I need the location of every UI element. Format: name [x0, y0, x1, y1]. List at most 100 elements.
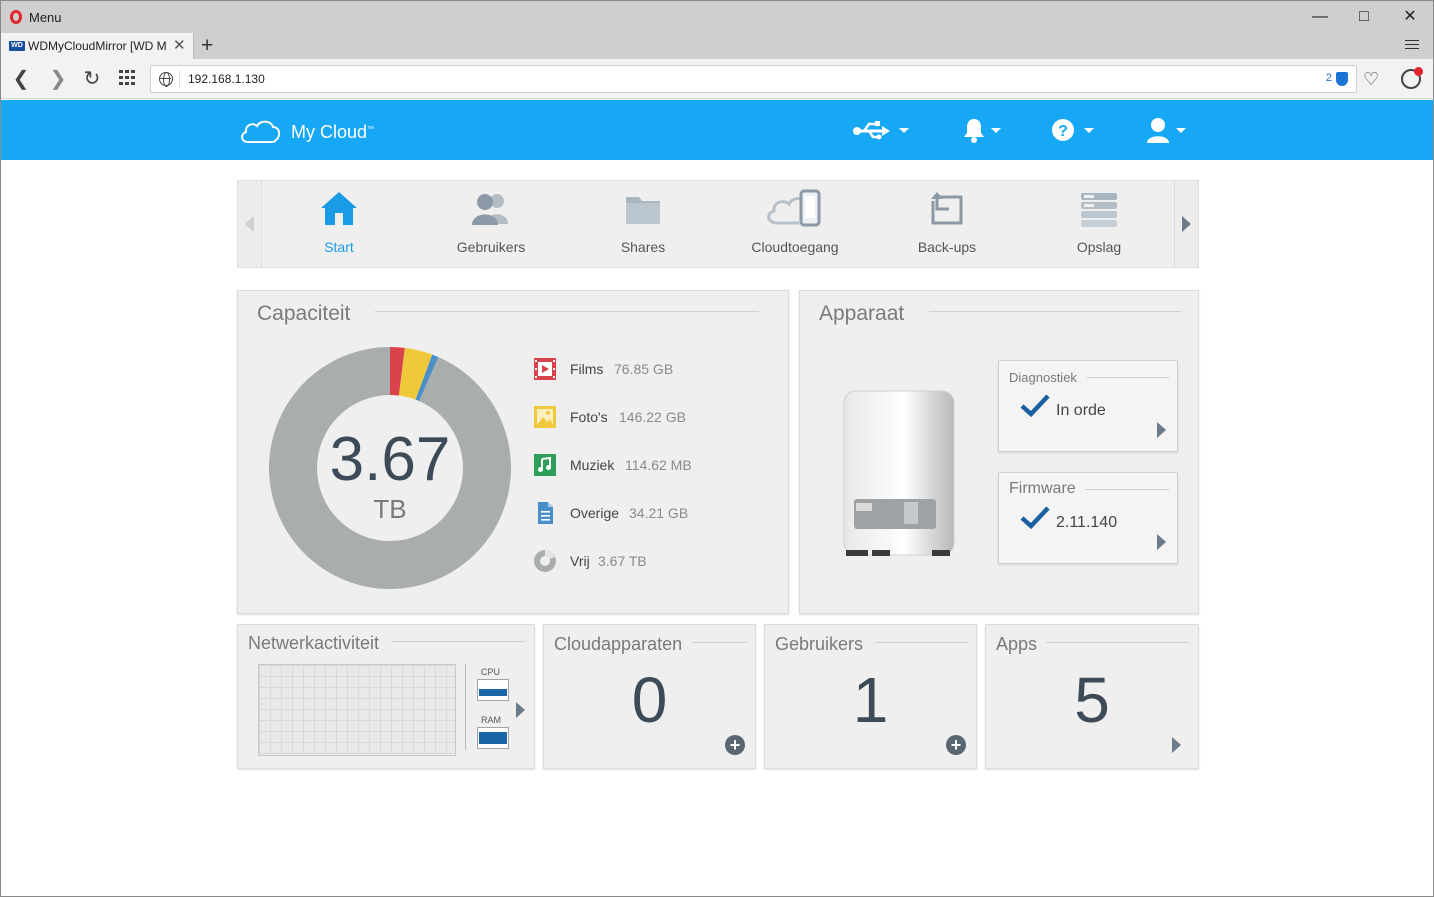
legend-value: 146.22 GB	[619, 409, 686, 425]
apps-title: Apps	[996, 634, 1038, 654]
film-icon	[534, 358, 556, 380]
cpu-meter	[477, 679, 509, 701]
capacity-title: Capaciteit	[257, 302, 351, 325]
firmware-title: Firmware	[1009, 480, 1076, 497]
forward-icon[interactable]: ❯	[46, 67, 70, 91]
nav-scroll-right[interactable]	[1174, 181, 1198, 267]
heart-icon[interactable]: ♡	[1363, 69, 1379, 90]
device-panel: Apparaat Diagnostiek In orde Firmware 2.…	[799, 290, 1199, 614]
legend-name: Vrij	[570, 553, 590, 569]
tab-menu-icon[interactable]	[1405, 37, 1419, 52]
users-title: Gebruikers	[775, 634, 864, 654]
user-icon	[1147, 118, 1169, 143]
browser-tab[interactable]: WD WDMyCloudMirror [WD M ✕	[1, 33, 194, 59]
folder-icon	[626, 197, 660, 224]
usb-menu[interactable]	[852, 116, 912, 144]
svg-text:?: ?	[1058, 123, 1068, 140]
bell-icon	[964, 119, 984, 143]
back-icon[interactable]: ❮	[9, 67, 33, 91]
main-nav: Start Gebruikers Shares Cloudtoegang Bac…	[237, 180, 1199, 268]
add-user-button[interactable]: +	[946, 735, 966, 755]
diagnostics-title: Diagnostiek	[1009, 370, 1077, 385]
reload-icon[interactable]: ↻	[80, 67, 104, 91]
users-icon	[472, 194, 508, 225]
nav-label: Opslag	[1076, 239, 1122, 255]
pie-icon	[534, 550, 556, 572]
apps-count: 5	[1074, 664, 1110, 736]
legend-value: 3.67 TB	[598, 553, 647, 569]
nav-cloudtoegang[interactable]: Cloudtoegang	[719, 181, 871, 267]
capacity-total-unit: TB	[373, 494, 407, 524]
tab-close-icon[interactable]: ✕	[173, 36, 186, 54]
legend-name: Muziek	[570, 457, 615, 473]
browser-toolbar: ❮ ❯ ↻ 192.168.1.130 2 ♡	[1, 59, 1433, 99]
cloud-devices-title: Cloudapparaten	[554, 634, 683, 654]
address-bar[interactable]: 192.168.1.130 2	[150, 65, 1357, 93]
nav-scroll-left[interactable]	[238, 181, 262, 267]
network-panel: Netwerkactiviteit CPU RAM	[237, 624, 535, 769]
wd-favicon-icon: WD	[9, 41, 25, 51]
nav-label: Gebruikers	[456, 239, 526, 255]
notifications-menu[interactable]	[963, 116, 1008, 144]
users-panel: Gebruikers 1 +	[764, 624, 977, 769]
cloud-devices-panel: Cloudapparaten 0 +	[543, 624, 756, 769]
nav-label: Back-ups	[917, 239, 977, 255]
nas-device-image	[843, 390, 955, 556]
nav-opslag[interactable]: Opslag	[1023, 181, 1175, 267]
legend-value: 76.85 GB	[614, 361, 674, 377]
maximize-icon[interactable]: □	[1352, 5, 1376, 29]
network-activity-graph	[258, 664, 456, 756]
nav-shares[interactable]: Shares	[567, 181, 719, 267]
shield-icon[interactable]	[1336, 72, 1348, 86]
globe-icon	[159, 72, 173, 87]
home-icon	[321, 192, 357, 225]
users-count: 1	[852, 664, 889, 736]
legend-name: Films	[570, 361, 604, 377]
url-text[interactable]: 192.168.1.130	[188, 72, 265, 86]
speed-dial-icon[interactable]	[115, 67, 139, 91]
diagnostics-card[interactable]: Diagnostiek In orde	[998, 360, 1178, 452]
help-menu[interactable]: ?	[1051, 116, 1096, 144]
document-icon	[538, 502, 553, 524]
usb-icon	[853, 121, 890, 140]
browser-menu-button[interactable]: Menu	[29, 10, 62, 25]
add-cloud-device-button[interactable]: +	[725, 735, 745, 755]
device-title: Apparaat	[819, 302, 905, 325]
nav-label: Shares	[620, 239, 666, 255]
apps-panel: Apps 5	[985, 624, 1199, 769]
capacity-total-value: 3.67	[329, 425, 451, 494]
check-icon	[1020, 394, 1050, 418]
cloud-logo-icon[interactable]	[238, 118, 282, 144]
backup-icon	[929, 191, 963, 225]
new-tab-icon[interactable]: +	[201, 34, 213, 58]
arrow-right-icon[interactable]	[1157, 534, 1166, 550]
user-menu[interactable]	[1146, 116, 1191, 144]
opera-account-icon[interactable]	[1401, 67, 1423, 89]
brand-title[interactable]: My Cloud™	[291, 122, 374, 143]
photo-icon	[534, 406, 556, 428]
minimize-icon[interactable]: —	[1308, 5, 1332, 29]
nav-label: Cloudtoegang	[751, 239, 839, 255]
help-icon: ?	[1052, 119, 1074, 141]
arrow-right-icon[interactable]	[1157, 422, 1166, 438]
legend-name: Overige	[570, 505, 620, 521]
nav-back-ups[interactable]: Back-ups	[871, 181, 1023, 267]
nav-gebruikers[interactable]: Gebruikers	[415, 181, 567, 267]
check-icon	[1020, 506, 1050, 530]
network-title: Netwerkactiviteit	[248, 633, 380, 653]
storage-icon	[1081, 193, 1117, 227]
nav-start[interactable]: Start	[263, 181, 415, 267]
arrow-right-icon[interactable]	[1172, 737, 1181, 753]
nav-label: Start	[324, 239, 354, 255]
opera-logo-icon[interactable]	[10, 10, 22, 24]
arrow-right-icon[interactable]	[516, 702, 525, 718]
close-window-icon[interactable]: ✕	[1398, 5, 1422, 29]
browser-tabbar: WD WDMyCloudMirror [WD M ✕ +	[1, 33, 1433, 59]
firmware-value: 2.11.140	[1056, 514, 1118, 531]
tracker-count: 2	[1325, 72, 1332, 84]
cloud-devices-count: 0	[631, 664, 668, 736]
diagnostics-value: In orde	[1056, 402, 1106, 419]
arrow-left-icon	[245, 216, 254, 232]
firmware-card[interactable]: Firmware 2.11.140	[998, 472, 1178, 564]
legend-name: Foto's	[570, 409, 608, 425]
